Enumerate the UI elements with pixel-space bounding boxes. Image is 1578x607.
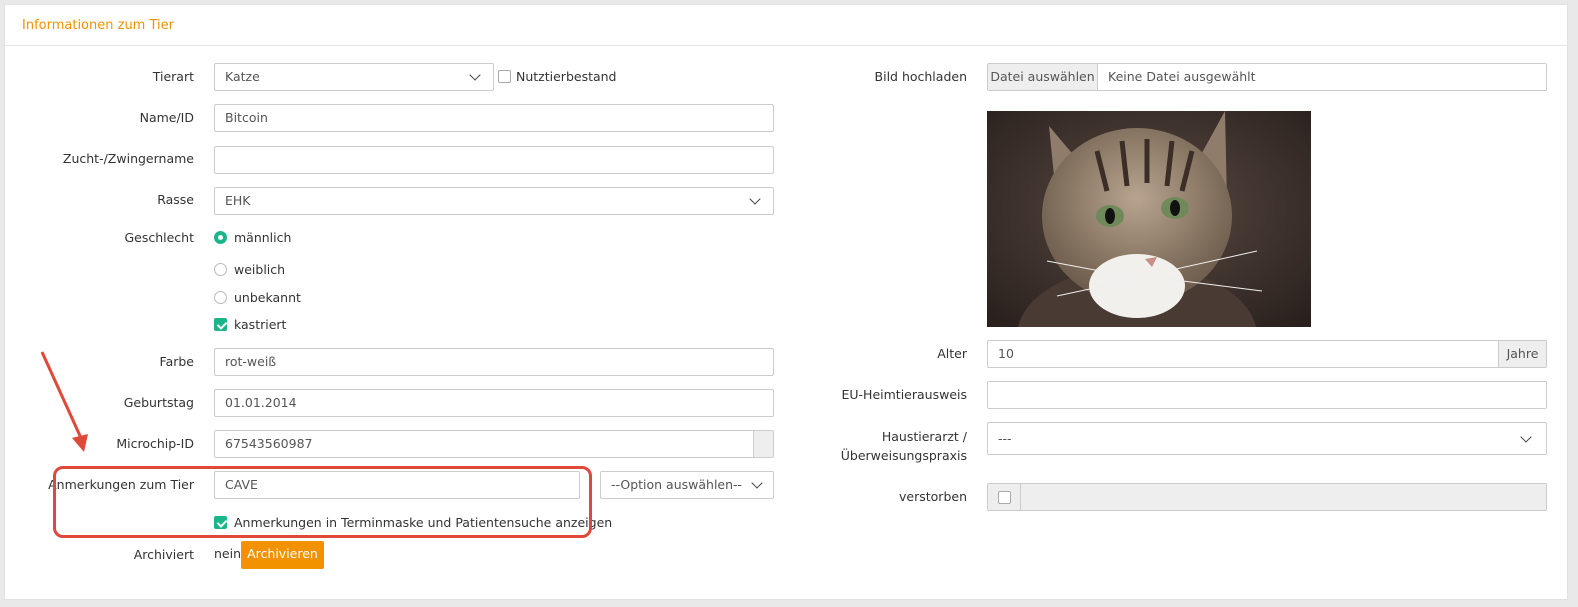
datei-auswaehlen-button[interactable]: Datei auswählen [987, 63, 1098, 91]
anmerkungen-option-select[interactable]: --Option auswählen-- [600, 471, 774, 499]
chevron-down-icon [751, 477, 763, 489]
verstorben-checkbox-addon [987, 483, 1021, 511]
annotation-arrow-icon [40, 351, 88, 452]
radio-maennlich[interactable] [214, 231, 227, 244]
option-select-value: --Option auswählen-- [611, 477, 743, 492]
cat-photo [987, 111, 1311, 327]
panel-title: Informationen zum Tier [22, 18, 174, 33]
chevron-down-icon [1520, 431, 1532, 443]
radio-weiblich[interactable] [214, 263, 227, 276]
name-label: Name/ID [139, 110, 194, 125]
panel-header: Informationen zum Tier [5, 5, 1567, 46]
tierart-value: Katze [225, 69, 260, 84]
radio-unbekannt-label: unbekannt [234, 290, 301, 305]
radio-unbekannt[interactable] [214, 291, 227, 304]
microchip-addon[interactable] [753, 430, 774, 458]
rasse-value: EHK [225, 193, 251, 208]
kastriert-label: kastriert [234, 317, 287, 332]
alter-unit: Jahre [1498, 340, 1547, 368]
haustierarzt-label-line2: Überweisungspraxis [840, 448, 967, 463]
alter-input[interactable]: 10 [987, 340, 1499, 368]
zucht-label: Zucht-/Zwingername [62, 151, 194, 166]
haustierarzt-select[interactable]: --- [987, 422, 1547, 455]
microchip-input[interactable]: 67543560987 [214, 430, 754, 458]
haustierarzt-label-line1: Haustierarzt / [881, 429, 967, 444]
rasse-label: Rasse [157, 192, 194, 207]
archivieren-button[interactable]: Archivieren [241, 541, 324, 569]
name-input[interactable]: Bitcoin [214, 104, 774, 132]
eu-input[interactable] [987, 381, 1547, 409]
alter-label: Alter [937, 346, 967, 361]
archiviert-label: Archiviert [133, 547, 194, 562]
radio-maennlich-label: männlich [234, 230, 292, 245]
geburtstag-input[interactable]: 01.01.2014 [214, 389, 774, 417]
nutztierbestand-checkbox[interactable] [498, 70, 511, 83]
file-status: Keine Datei ausgewählt [1097, 63, 1547, 91]
verstorben-checkbox[interactable] [998, 491, 1011, 504]
geschlecht-label: Geschlecht [124, 230, 194, 245]
radio-weiblich-label: weiblich [234, 262, 286, 277]
chevron-down-icon [749, 193, 761, 205]
archiviert-value: nein [214, 546, 242, 561]
bild-label: Bild hochladen [874, 69, 967, 84]
eu-label: EU-Heimtierausweis [841, 387, 968, 402]
chevron-down-icon [469, 69, 481, 81]
farbe-input[interactable]: rot-weiß [214, 348, 774, 376]
tierart-label: Tierart [152, 69, 194, 84]
haustierarzt-value: --- [998, 431, 1012, 446]
annotation-highlight-box [53, 466, 592, 538]
tierart-select[interactable]: Katze [214, 63, 494, 91]
zucht-input[interactable] [214, 146, 774, 174]
rasse-select[interactable]: EHK [214, 187, 774, 215]
verstorben-field [1020, 483, 1547, 511]
nutztierbestand-label: Nutztierbestand [516, 69, 617, 84]
kastriert-checkbox[interactable] [214, 318, 227, 331]
cat-image-icon [987, 111, 1311, 327]
verstorben-label: verstorben [899, 489, 967, 504]
